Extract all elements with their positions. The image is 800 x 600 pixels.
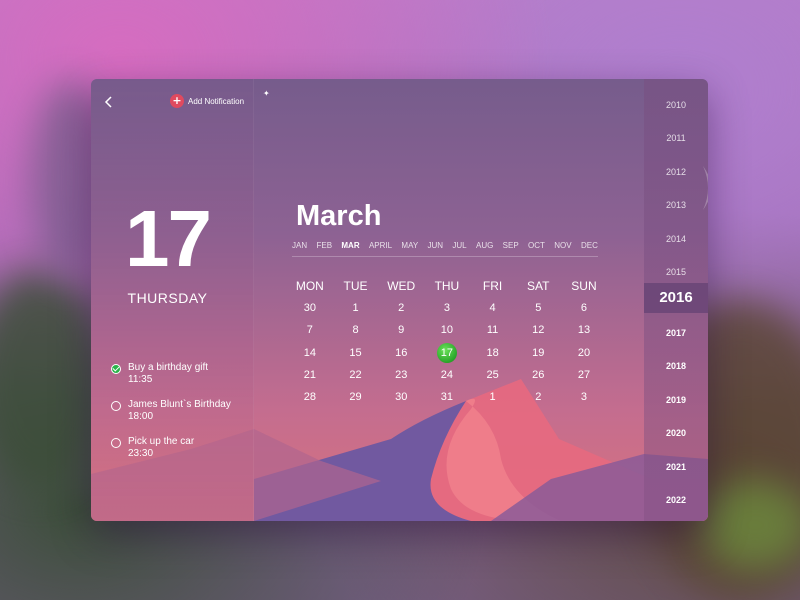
calendar-day-selected[interactable]: 17	[424, 342, 470, 363]
calendar-day[interactable]: 1	[333, 302, 379, 314]
year-item[interactable]: 2011	[644, 133, 708, 143]
weekday-label: THU	[434, 279, 460, 294]
year-item[interactable]: 2014	[644, 234, 708, 244]
weekday-label: SAT	[527, 279, 550, 294]
calendar-day[interactable]: 23	[378, 369, 424, 381]
todo-title: James Blunt`s Birthday	[128, 399, 231, 410]
calendar-card: + Add Notification 17 THURSDAY Buy a bir…	[91, 79, 708, 521]
calendar-day[interactable]: 6	[561, 302, 607, 314]
calendar-week: 7 8 9 10 11 12 13	[287, 319, 607, 341]
month-tab[interactable]: APRIL	[369, 241, 392, 256]
todo-time: 23:30	[128, 448, 154, 459]
calendar-week: 14 15 16 17 18 19 20	[287, 342, 607, 364]
todo-item[interactable]: Pick up the car 23:30	[111, 436, 194, 459]
todo-time: 11:35	[128, 374, 153, 385]
calendar-day[interactable]: 5	[515, 302, 561, 314]
weekday-label: SUN	[571, 279, 597, 294]
calendar-day[interactable]: 2	[515, 391, 561, 403]
calendar-week: 21 22 23 24 25 26 27	[287, 364, 607, 386]
calendar-day[interactable]: 21	[287, 369, 333, 381]
year-item[interactable]: 2020	[644, 428, 708, 438]
star-icon: ✦	[263, 89, 270, 98]
calendar-day[interactable]: 3	[561, 391, 607, 403]
todo-title: Pick up the car	[128, 436, 195, 447]
calendar-day[interactable]: 7	[287, 324, 333, 336]
empty-circle-icon[interactable]	[111, 401, 121, 411]
calendar-day[interactable]: 18	[470, 347, 516, 359]
calendar-day[interactable]: 16	[378, 347, 424, 359]
calendar-day[interactable]: 22	[333, 369, 379, 381]
selected-day-number: 17	[125, 194, 212, 283]
plus-icon: +	[170, 94, 184, 108]
todo-item[interactable]: James Blunt`s Birthday 18:00	[111, 399, 231, 422]
month-tab[interactable]: SEP	[503, 241, 519, 256]
calendar-day[interactable]: 12	[515, 324, 561, 336]
todo-time: 18:00	[128, 411, 154, 422]
calendar-day[interactable]: 27	[561, 369, 607, 381]
calendar-day[interactable]: 30	[378, 391, 424, 403]
calendar-week: 28 29 30 31 1 2 3	[287, 386, 607, 408]
year-item[interactable]: 2010	[644, 100, 708, 110]
calendar-day[interactable]: 30	[287, 302, 333, 314]
checked-circle-icon[interactable]	[111, 364, 121, 374]
calendar-day[interactable]: 20	[561, 347, 607, 359]
year-item[interactable]: 2015	[644, 267, 708, 277]
calendar-day[interactable]: 8	[333, 324, 379, 336]
calendar-grid: MON TUE WED THU FRI SAT SUN 30 1 2 3 4 5…	[287, 275, 607, 408]
selected-weekday: THURSDAY	[127, 290, 208, 306]
calendar-day[interactable]: 24	[424, 369, 470, 381]
calendar-day[interactable]: 28	[287, 391, 333, 403]
calendar-day[interactable]: 1	[470, 391, 516, 403]
calendar-day[interactable]: 3	[424, 302, 470, 314]
month-tab[interactable]: JUN	[428, 241, 444, 256]
weekday-header: MON TUE WED THU FRI SAT SUN	[287, 275, 607, 297]
calendar-week: 30 1 2 3 4 5 6	[287, 297, 607, 319]
weekday-label: MON	[295, 279, 324, 294]
calendar-day[interactable]: 15	[333, 347, 379, 359]
year-item[interactable]: 2019	[644, 395, 708, 405]
day-detail-panel: + Add Notification 17 THURSDAY Buy a bir…	[91, 79, 254, 521]
weekday-label: WED	[387, 279, 416, 294]
calendar-day[interactable]: 13	[561, 324, 607, 336]
year-item[interactable]: 2022	[644, 495, 708, 505]
calendar-day[interactable]: 19	[515, 347, 561, 359]
year-item-active[interactable]: 2016	[644, 283, 708, 313]
month-tab-active[interactable]: MAR	[341, 241, 359, 256]
calendar-day[interactable]: 10	[424, 324, 470, 336]
month-tab[interactable]: FEB	[316, 241, 332, 256]
chevron-left-icon[interactable]	[102, 95, 116, 109]
year-selector: 2010 2011 2012 2013 2014 2015 2016 2017 …	[644, 79, 708, 521]
month-tab[interactable]: OCT	[528, 241, 545, 256]
background-blur	[700, 480, 800, 570]
calendar-day[interactable]: 14	[287, 347, 333, 359]
todo-item[interactable]: Buy a birthday gift 11:35	[111, 362, 208, 385]
weekday-label: TUE	[343, 279, 368, 294]
year-item[interactable]: 2017	[644, 328, 708, 338]
month-tab[interactable]: MAY	[401, 241, 418, 256]
month-tab[interactable]: AUG	[476, 241, 493, 256]
month-selector: JAN FEB MAR APRIL MAY JUN JUL AUG SEP OC…	[292, 241, 598, 257]
calendar-day[interactable]: 4	[470, 302, 516, 314]
month-tab[interactable]: JUL	[452, 241, 466, 256]
year-item[interactable]: 2021	[644, 462, 708, 472]
calendar-day[interactable]: 29	[333, 391, 379, 403]
calendar-day[interactable]: 2	[378, 302, 424, 314]
add-notification-button[interactable]: + Add Notification	[170, 94, 244, 108]
year-item[interactable]: 2018	[644, 361, 708, 371]
calendar-day[interactable]: 31	[424, 391, 470, 403]
month-tab[interactable]: NOV	[554, 241, 571, 256]
active-year-label: 2016	[659, 289, 693, 306]
month-tab[interactable]: JAN	[292, 241, 307, 256]
calendar-day[interactable]: 25	[470, 369, 516, 381]
empty-circle-icon[interactable]	[111, 438, 121, 448]
calendar-day[interactable]: 9	[378, 324, 424, 336]
add-notification-label: Add Notification	[188, 96, 245, 106]
calendar-day[interactable]: 11	[470, 324, 516, 336]
month-tab[interactable]: DEC	[581, 241, 598, 256]
calendar-day[interactable]: 26	[515, 369, 561, 381]
month-title: March	[296, 200, 382, 232]
todo-title: Buy a birthday gift	[128, 362, 209, 373]
crescent-moon-icon	[703, 166, 708, 210]
weekday-label: FRI	[482, 279, 503, 294]
